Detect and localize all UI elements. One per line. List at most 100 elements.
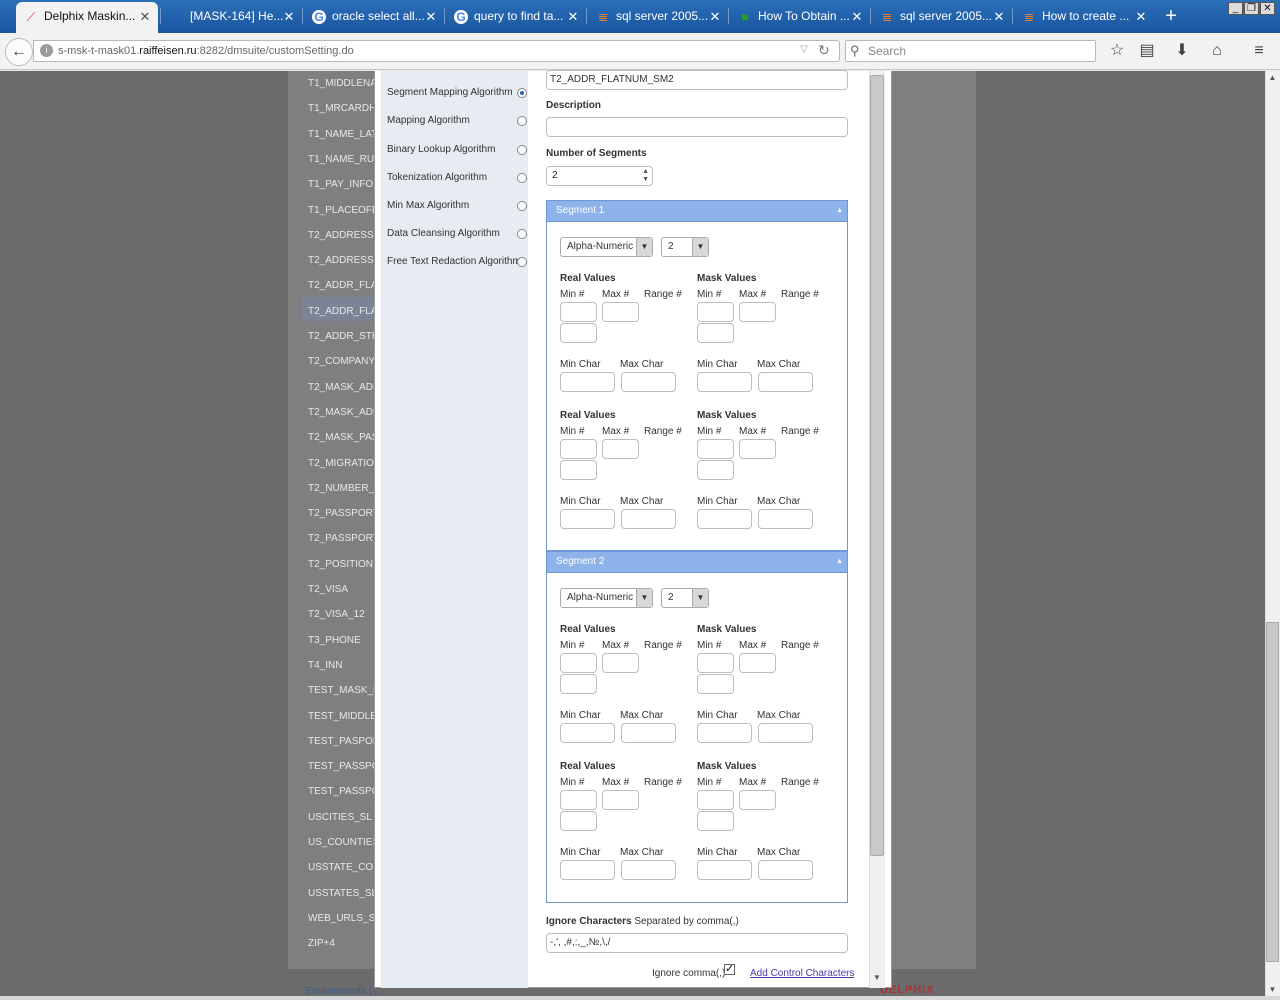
reading-list-icon[interactable]: ▤ — [1136, 41, 1158, 61]
real-min-char-input[interactable] — [560, 723, 615, 743]
algorithm-option-label[interactable]: Tokenization Algorithm — [387, 172, 487, 183]
real-max-num-input[interactable] — [602, 302, 639, 322]
close-tab-icon[interactable]: ✕ — [850, 2, 864, 31]
real-range-num-input[interactable] — [560, 674, 597, 694]
algorithm-radio[interactable] — [517, 201, 527, 211]
algorithm-option-label[interactable]: Binary Lookup Algorithm — [387, 144, 495, 155]
real-max-num-input[interactable] — [602, 790, 639, 810]
description-input[interactable] — [546, 117, 848, 137]
real-min-char-input[interactable] — [560, 509, 615, 529]
page-scroll-down-icon[interactable]: ▼ — [1266, 985, 1279, 994]
browser-tab[interactable]: ≣ How to create ... ✕ — [1014, 2, 1154, 33]
real-min-num-input[interactable] — [560, 653, 597, 673]
chevron-down-icon[interactable]: ▼ — [636, 589, 652, 607]
mask-min-num-input[interactable] — [697, 439, 734, 459]
real-min-num-input[interactable] — [560, 302, 597, 322]
browser-tab[interactable]: Goracle select all... ✕ — [304, 2, 444, 33]
close-window-button[interactable]: ✕ — [1260, 2, 1275, 15]
minimize-button[interactable]: _ — [1228, 2, 1243, 15]
real-min-char-input[interactable] — [560, 372, 615, 392]
browser-tab[interactable]: ≣ sql server 2005... ✕ — [588, 2, 728, 33]
real-max-num-input[interactable] — [602, 653, 639, 673]
mask-min-char-input[interactable] — [697, 723, 752, 743]
back-button[interactable]: ← — [5, 38, 33, 66]
bookmark-star-icon[interactable]: ☆ — [1106, 41, 1128, 61]
mask-max-num-input[interactable] — [739, 790, 776, 810]
restore-button[interactable]: ❐ — [1244, 2, 1259, 15]
mask-max-char-input[interactable] — [758, 372, 813, 392]
chevron-down-icon[interactable]: ▼ — [692, 238, 708, 256]
mask-max-num-input[interactable] — [739, 653, 776, 673]
real-range-num-input[interactable] — [560, 811, 597, 831]
mask-max-char-input[interactable] — [758, 860, 813, 880]
segment-header[interactable]: Segment 1 ▲ — [546, 200, 848, 222]
collapse-icon[interactable]: ▲ — [836, 201, 843, 221]
close-tab-icon[interactable]: ✕ — [566, 2, 580, 31]
segment-header[interactable]: Segment 2 ▲ — [546, 551, 848, 573]
close-tab-icon[interactable]: ✕ — [424, 2, 438, 31]
chevron-down-icon[interactable]: ▼ — [636, 238, 652, 256]
segment-type-select[interactable]: Alpha-Numeric ▼ — [560, 588, 653, 608]
home-icon[interactable]: ⌂ — [1206, 41, 1228, 61]
algorithm-radio[interactable] — [517, 88, 527, 98]
mask-max-num-input[interactable] — [739, 439, 776, 459]
reload-icon[interactable]: ↻ — [818, 42, 830, 59]
collapse-icon[interactable]: ▲ — [836, 552, 843, 572]
mask-min-char-input[interactable] — [697, 860, 752, 880]
browser-tab[interactable]: Gquery to find ta... ✕ — [446, 2, 586, 33]
segment-length-select[interactable]: 2 ▼ — [661, 237, 709, 257]
algorithm-radio[interactable] — [517, 116, 527, 126]
algorithm-radio[interactable] — [517, 145, 527, 155]
ignore-characters-input[interactable]: -,', ,#,:,_,№,\,/ — [546, 933, 848, 953]
close-tab-icon[interactable]: ✕ — [992, 2, 1006, 31]
browser-tab[interactable]: ⟋ Delphix Maskin... ✕ — [16, 2, 158, 33]
mask-range-num-input[interactable] — [697, 460, 734, 480]
algorithm-radio[interactable] — [517, 257, 527, 267]
algorithm-option-label[interactable]: Free Text Redaction Algorithm — [387, 256, 521, 267]
add-control-characters-link[interactable]: Add Control Characters — [750, 968, 855, 979]
real-min-num-input[interactable] — [560, 790, 597, 810]
ignore-comma-checkbox[interactable]: ✓ — [724, 964, 735, 975]
real-max-char-input[interactable] — [621, 372, 676, 392]
real-max-num-input[interactable] — [602, 439, 639, 459]
algorithm-radio[interactable] — [517, 229, 527, 239]
real-max-char-input[interactable] — [621, 509, 676, 529]
mask-max-char-input[interactable] — [758, 723, 813, 743]
new-tab-button[interactable]: + — [1160, 5, 1182, 27]
mask-range-num-input[interactable] — [697, 323, 734, 343]
page-scrollbar-thumb[interactable] — [1266, 622, 1279, 962]
site-info-icon[interactable]: i — [40, 44, 53, 57]
url-dropdown-icon[interactable]: ▽ — [800, 44, 808, 55]
mask-min-char-input[interactable] — [697, 509, 752, 529]
browser-tab[interactable]: ■ How To Obtain ... ✕ — [730, 2, 870, 33]
algorithm-option-label[interactable]: Mapping Algorithm — [387, 115, 470, 126]
dialog-scroll-down-icon[interactable]: ▼ — [870, 973, 884, 982]
mask-range-num-input[interactable] — [697, 674, 734, 694]
real-max-char-input[interactable] — [621, 723, 676, 743]
algorithm-radio[interactable] — [517, 173, 527, 183]
algorithm-name-input[interactable]: T2_ADDR_FLATNUM_SM2 — [546, 70, 848, 90]
mask-min-num-input[interactable] — [697, 653, 734, 673]
real-min-num-input[interactable] — [560, 439, 597, 459]
browser-tab[interactable]: ◆ [MASK-164] He... ✕ — [162, 2, 302, 33]
segment-type-select[interactable]: Alpha-Numeric ▼ — [560, 237, 653, 257]
algorithm-option-label[interactable]: Min Max Algorithm — [387, 200, 469, 211]
close-tab-icon[interactable]: ✕ — [138, 2, 152, 31]
algorithm-option-label[interactable]: Data Cleansing Algorithm — [387, 228, 500, 239]
chevron-down-icon[interactable]: ▼ — [692, 589, 708, 607]
mask-max-num-input[interactable] — [739, 302, 776, 322]
number-of-segments-stepper[interactable]: 2 ▲ ▼ — [546, 166, 653, 186]
algorithm-option-label[interactable]: Segment Mapping Algorithm — [387, 87, 513, 98]
browser-tab[interactable]: ≣ sql server 2005... ✕ — [872, 2, 1012, 33]
real-range-num-input[interactable] — [560, 323, 597, 343]
menu-icon[interactable]: ≡ — [1248, 41, 1270, 61]
close-tab-icon[interactable]: ✕ — [282, 2, 296, 31]
mask-min-num-input[interactable] — [697, 790, 734, 810]
segment-length-select[interactable]: 2 ▼ — [661, 588, 709, 608]
mask-min-char-input[interactable] — [697, 372, 752, 392]
stepper-arrows-icon[interactable]: ▲ ▼ — [642, 168, 649, 184]
real-max-char-input[interactable] — [621, 860, 676, 880]
real-min-char-input[interactable] — [560, 860, 615, 880]
real-range-num-input[interactable] — [560, 460, 597, 480]
download-icon[interactable]: ⬇ — [1171, 41, 1193, 61]
